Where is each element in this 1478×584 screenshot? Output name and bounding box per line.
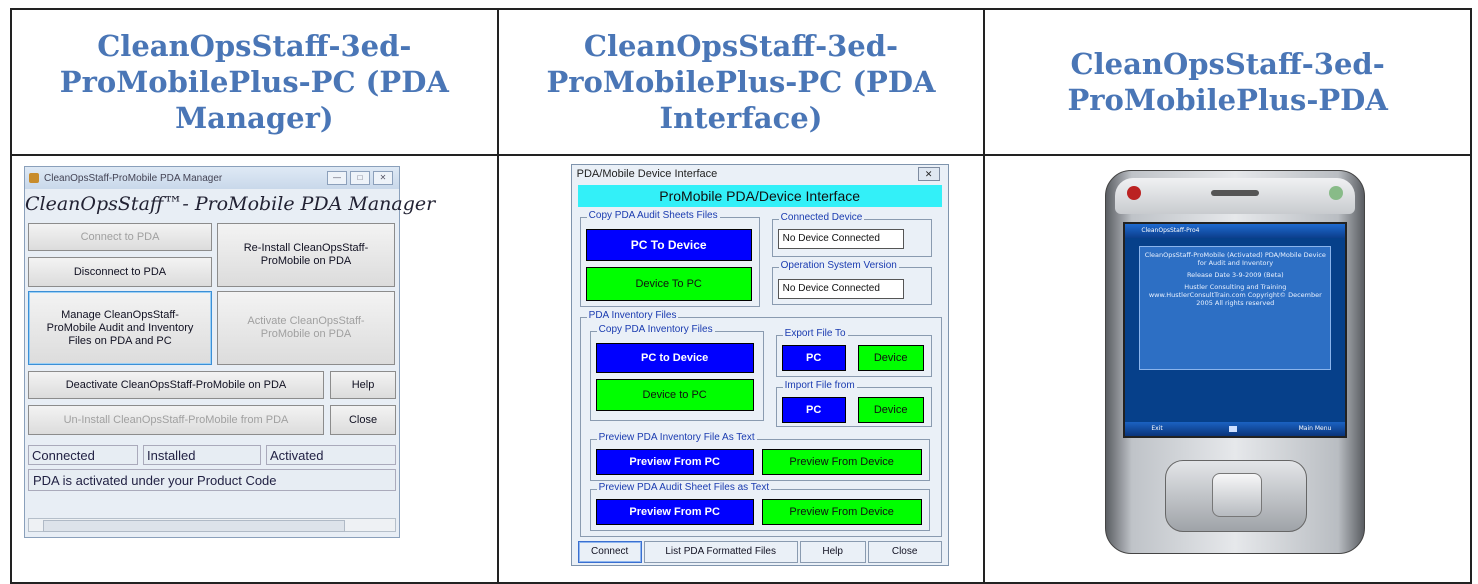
list-formatted-files-button[interactable]: List PDA Formatted Files <box>643 541 798 563</box>
uninstall-button[interactable]: Un-Install CleanOpsStaff-ProMobile from … <box>28 405 324 435</box>
disconnect-button[interactable]: Disconnect to PDA <box>28 257 212 287</box>
preview-inventory-from-device-button[interactable]: Preview From Device <box>761 449 922 475</box>
status-connected: Connected <box>28 445 138 465</box>
status-installed: Installed <box>143 445 261 465</box>
column-title: CleanOpsStaff-3ed-ProMobilePlus-PC (PDA … <box>59 29 449 135</box>
inventory-pc-to-device-button[interactable]: PC to Device <box>595 343 754 373</box>
maximize-icon[interactable]: □ <box>350 171 370 185</box>
header-cell-pda: CleanOpsStaff-3ed-ProMobilePlus-PDA <box>983 8 1472 156</box>
group-label: Copy PDA Audit Sheets Files <box>586 210 720 221</box>
pda-interface-window: PDA/Mobile Device Interface ✕ ProMobile … <box>570 164 949 566</box>
group-label: Export File To <box>782 328 848 339</box>
help-button[interactable]: Help <box>330 371 396 399</box>
close-icon[interactable]: ✕ <box>917 167 940 181</box>
column-title: CleanOpsStaff-3ed-ProMobilePlus-PC (PDA … <box>546 29 936 135</box>
header-cell-pda-interface: CleanOpsStaff-3ed-ProMobilePlus-PC (PDA … <box>496 8 986 156</box>
device-top <box>1115 178 1356 214</box>
reinstall-button[interactable]: Re-Install CleanOpsStaff-ProMobile on PD… <box>217 223 395 287</box>
keyboard-icon <box>1229 426 1238 432</box>
menu-exit: Exit <box>1151 425 1163 432</box>
horizontal-scrollbar[interactable] <box>28 518 396 532</box>
about-line: Hustler Consulting and Training www.Hust… <box>1148 283 1322 307</box>
about-line: CleanOpsStaff-ProMobile (Activated) PDA/… <box>1144 251 1326 267</box>
minimize-icon[interactable]: — <box>327 171 347 185</box>
speaker-grille <box>1211 190 1260 196</box>
manage-files-button[interactable]: Manage CleanOpsStaff-ProMobile Audit and… <box>28 291 212 365</box>
screen-title-bar: CleanOpsStaff-Pro4 <box>1125 224 1346 238</box>
connect-button[interactable]: Connect to PDA <box>28 223 212 251</box>
window-titlebar: PDA/Mobile Device Interface ✕ <box>572 165 948 183</box>
screen-menu-bar: Exit Main Menu <box>1125 422 1346 436</box>
export-pc-button[interactable]: PC <box>781 345 846 371</box>
window-title: CleanOpsStaff-ProMobile PDA Manager <box>44 172 223 184</box>
window-title: PDA/Mobile Device Interface <box>576 168 718 180</box>
status-activated: Activated <box>266 445 396 465</box>
about-line: Release Date 3-9-2009 (Beta) <box>1186 271 1284 279</box>
close-button[interactable]: Close <box>330 405 396 435</box>
pda-manager-cell: CleanOpsStaff-ProMobile PDA Manager — □ … <box>10 154 499 584</box>
interface-banner: ProMobile PDA/Device Interface <box>577 185 942 207</box>
menu-main: Main Menu <box>1298 425 1332 432</box>
preview-inventory-from-pc-button[interactable]: Preview From PC <box>595 449 754 475</box>
dpad <box>1212 473 1263 517</box>
device-screen: CleanOpsStaff-Pro4 CleanOpsStaff-ProMobi… <box>1123 222 1348 438</box>
group-label: Preview PDA Audit Sheet Files as Text <box>596 482 772 493</box>
inventory-device-to-pc-button[interactable]: Device to PC <box>595 379 754 411</box>
comparison-table: CleanOpsStaff-3ed-ProMobilePlus-PC (PDA … <box>10 8 1472 584</box>
manager-heading: CleanOpsStaff™- ProMobile PDA Manager <box>25 193 436 215</box>
activate-button[interactable]: Activate CleanOpsStaff-ProMobile on PDA <box>217 291 395 365</box>
pda-device-cell: CleanOpsStaff-Pro4 CleanOpsStaff-ProMobi… <box>983 154 1472 584</box>
connected-device-field: No Device Connected <box>777 229 904 249</box>
window-titlebar: CleanOpsStaff-ProMobile PDA Manager — □ … <box>25 167 399 189</box>
group-label: Import File from <box>782 380 857 391</box>
close-icon[interactable]: ✕ <box>373 171 393 185</box>
deactivate-button[interactable]: Deactivate CleanOpsStaff-ProMobile on PD… <box>28 371 324 399</box>
group-label: Connected Device <box>778 212 865 223</box>
call-key <box>1329 186 1344 200</box>
status-message: PDA is activated under your Product Code <box>28 469 396 491</box>
column-title: CleanOpsStaff-3ed-ProMobilePlus-PDA <box>1067 47 1388 117</box>
import-device-button[interactable]: Device <box>857 397 924 423</box>
about-panel: CleanOpsStaff-ProMobile (Activated) PDA/… <box>1139 246 1332 370</box>
audit-device-to-pc-button[interactable]: Device To PC <box>585 267 752 301</box>
end-call-key <box>1127 186 1142 200</box>
group-label: Operation System Version <box>778 260 899 271</box>
group-label: PDA Inventory Files <box>586 310 679 321</box>
close-button[interactable]: Close <box>867 541 942 563</box>
import-pc-button[interactable]: PC <box>781 397 846 423</box>
pda-manager-window: CleanOpsStaff-ProMobile PDA Manager — □ … <box>24 166 436 538</box>
navigation-cluster <box>1165 460 1308 532</box>
connect-button[interactable]: Connect <box>577 541 642 563</box>
pda-device-image: CleanOpsStaff-Pro4 CleanOpsStaff-ProMobi… <box>1105 170 1366 554</box>
preview-audit-from-pc-button[interactable]: Preview From PC <box>595 499 754 525</box>
scrollbar-thumb[interactable] <box>43 520 345 532</box>
audit-pc-to-device-button[interactable]: PC To Device <box>585 229 752 261</box>
help-button[interactable]: Help <box>799 541 866 563</box>
pda-interface-cell: PDA/Mobile Device Interface ✕ ProMobile … <box>496 154 986 584</box>
export-device-button[interactable]: Device <box>857 345 924 371</box>
preview-audit-from-device-button[interactable]: Preview From Device <box>761 499 922 525</box>
os-version-field: No Device Connected <box>777 279 904 299</box>
header-cell-pda-manager: CleanOpsStaff-3ed-ProMobilePlus-PC (PDA … <box>10 8 499 156</box>
group-label: Copy PDA Inventory Files <box>596 324 715 335</box>
app-icon <box>29 173 39 183</box>
group-label: Preview PDA Inventory File As Text <box>596 432 757 443</box>
